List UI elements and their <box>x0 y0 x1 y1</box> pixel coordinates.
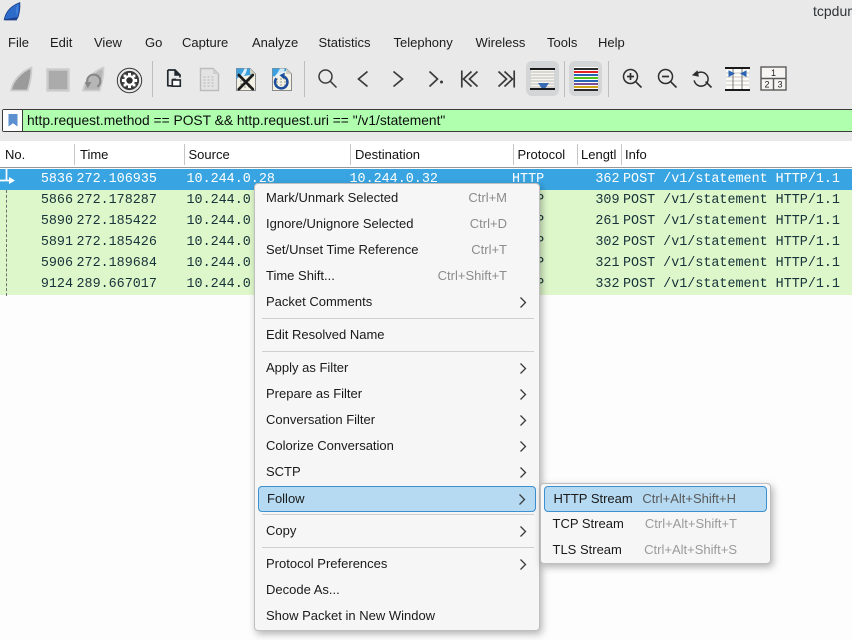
svg-text:1: 1 <box>771 68 776 78</box>
svg-text:3: 3 <box>777 80 782 90</box>
svg-text:2: 2 <box>764 80 769 90</box>
